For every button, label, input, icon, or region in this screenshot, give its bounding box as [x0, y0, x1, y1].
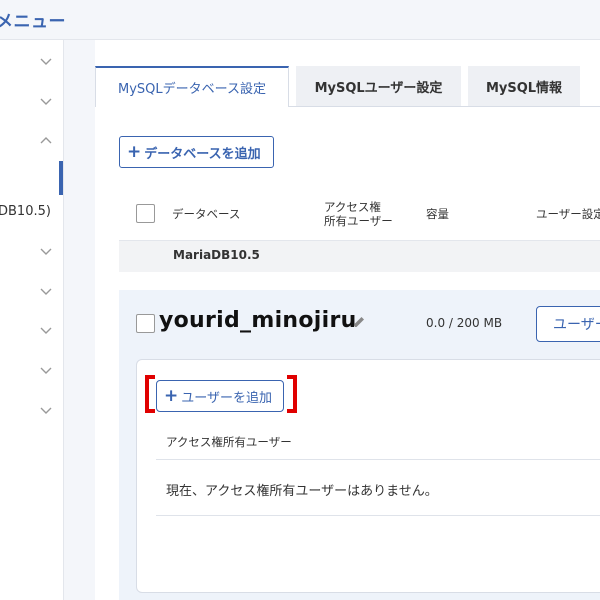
tab-underline [289, 106, 600, 107]
chevron-down-icon [40, 58, 52, 65]
plus-icon: + [127, 141, 142, 162]
sidebar-item[interactable] [0, 353, 64, 389]
column-header-capacity: 容量 [426, 207, 449, 221]
column-header-access-line1: アクセス権 [324, 200, 381, 214]
chevron-down-icon [40, 98, 52, 105]
database-row-checkbox[interactable] [136, 314, 155, 333]
chevron-down-icon [40, 327, 52, 334]
column-header-user-settings: ユーザー設定 [536, 207, 600, 221]
plus-icon: + [164, 385, 179, 406]
database-capacity: 0.0 / 200 MB [426, 316, 503, 330]
add-database-label: データベースを追加 [144, 146, 261, 162]
highlight-bracket-right [287, 375, 297, 413]
sidebar [0, 40, 64, 600]
pencil-icon[interactable] [352, 315, 366, 329]
group-label-mariadb: MariaDB10.5 [173, 248, 260, 262]
sidebar-item[interactable] [0, 234, 64, 270]
top-bar: メニュー [0, 0, 600, 40]
tab-mysql-user-settings[interactable]: MySQLユーザー設定 [296, 66, 461, 106]
chevron-down-icon [40, 288, 52, 295]
access-users-column-header: アクセス権所有ユーザー [166, 435, 292, 449]
sidebar-item[interactable] [0, 393, 64, 429]
add-database-button[interactable]: + データベースを追加 [119, 136, 274, 168]
sidebar-item[interactable] [0, 44, 64, 80]
sidebar-gutter [64, 40, 95, 600]
column-header-access-line2: 所有ユーザー [324, 214, 393, 228]
chevron-down-icon [40, 407, 52, 414]
sidebar-item-mariadb[interactable]: DB10.5) [0, 204, 51, 219]
tab-mysql-info[interactable]: MySQL情報 [468, 66, 580, 106]
menu-title: メニュー [0, 12, 66, 32]
chevron-down-icon [40, 367, 52, 374]
highlight-bracket-left [145, 375, 155, 413]
database-name: yourid_minojiru [159, 308, 357, 333]
divider [156, 515, 600, 516]
select-all-checkbox[interactable] [136, 204, 155, 223]
chevron-up-icon [40, 137, 52, 144]
column-header-database: データベース [172, 207, 241, 221]
sidebar-item-expanded[interactable] [0, 124, 64, 160]
chevron-down-icon [40, 248, 52, 255]
empty-users-message: 現在、アクセス権所有ユーザーはありません。 [166, 484, 438, 499]
sidebar-active-indicator [59, 161, 63, 195]
tab-mysql-database-settings[interactable]: MySQLデータベース設定 [95, 66, 289, 107]
sidebar-item[interactable] [0, 274, 64, 310]
sidebar-item[interactable] [0, 313, 64, 349]
user-settings-button[interactable]: ユーザー [536, 306, 600, 342]
add-user-label: ユーザーを追加 [181, 390, 272, 406]
sidebar-item[interactable] [0, 84, 64, 120]
divider [156, 459, 600, 460]
add-user-button[interactable]: + ユーザーを追加 [156, 380, 284, 412]
